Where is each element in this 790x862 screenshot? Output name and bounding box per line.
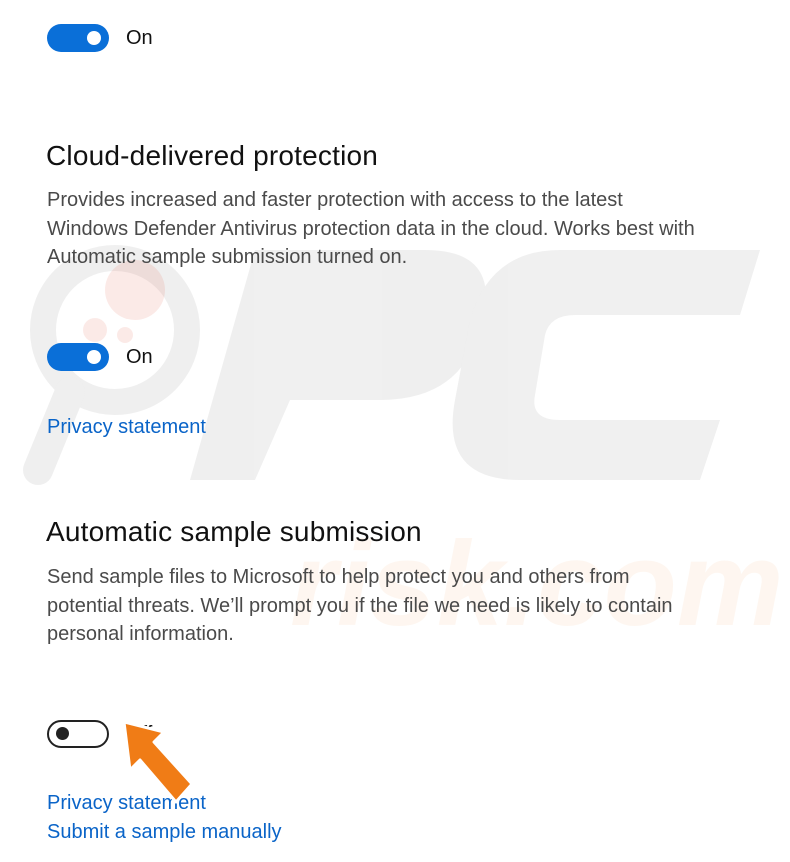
cloud-protection-heading: Cloud-delivered protection [46, 140, 379, 171]
sample-submission-heading: Automatic sample submission [46, 516, 422, 547]
toggle-knob [87, 31, 101, 45]
cloud-desc-line-3: Automatic sample submission turned on. [47, 246, 408, 268]
top-toggle-row: On [47, 24, 153, 52]
top-toggle-state-label: On [126, 26, 153, 49]
toggle-knob [87, 350, 101, 364]
sample-desc-line-3: personal information. [47, 623, 234, 645]
settings-panel: On Cloud-delivered protection Provides i… [0, 0, 790, 862]
cloud-privacy-statement-link[interactable]: Privacy statement [47, 416, 206, 439]
sample-desc-line-2: potential threats. We’ll prompt you if t… [47, 594, 673, 617]
cloud-protection-toggle[interactable] [47, 343, 109, 371]
cloud-toggle-state-label: On [126, 345, 153, 368]
sample-toggle-row: Off [47, 720, 152, 748]
cloud-protection-description: Provides increased and faster protection… [47, 186, 767, 272]
cloud-desc-line-2: Windows Defender Antivirus protection da… [47, 217, 695, 240]
cloud-desc-line-1: Provides increased and faster protection… [47, 189, 623, 211]
cloud-toggle-row: On [47, 343, 153, 371]
sample-desc-line-1: Send sample files to Microsoft to help p… [47, 566, 630, 588]
sample-privacy-statement-link[interactable]: Privacy statement [47, 792, 206, 815]
sample-submission-toggle[interactable] [47, 720, 109, 748]
toggle-knob [56, 727, 69, 740]
top-toggle-switch[interactable] [47, 24, 109, 52]
sample-toggle-state-label: Off [126, 722, 153, 745]
sample-submission-description: Send sample files to Microsoft to help p… [47, 563, 767, 649]
submit-sample-manually-link[interactable]: Submit a sample manually [47, 821, 282, 844]
